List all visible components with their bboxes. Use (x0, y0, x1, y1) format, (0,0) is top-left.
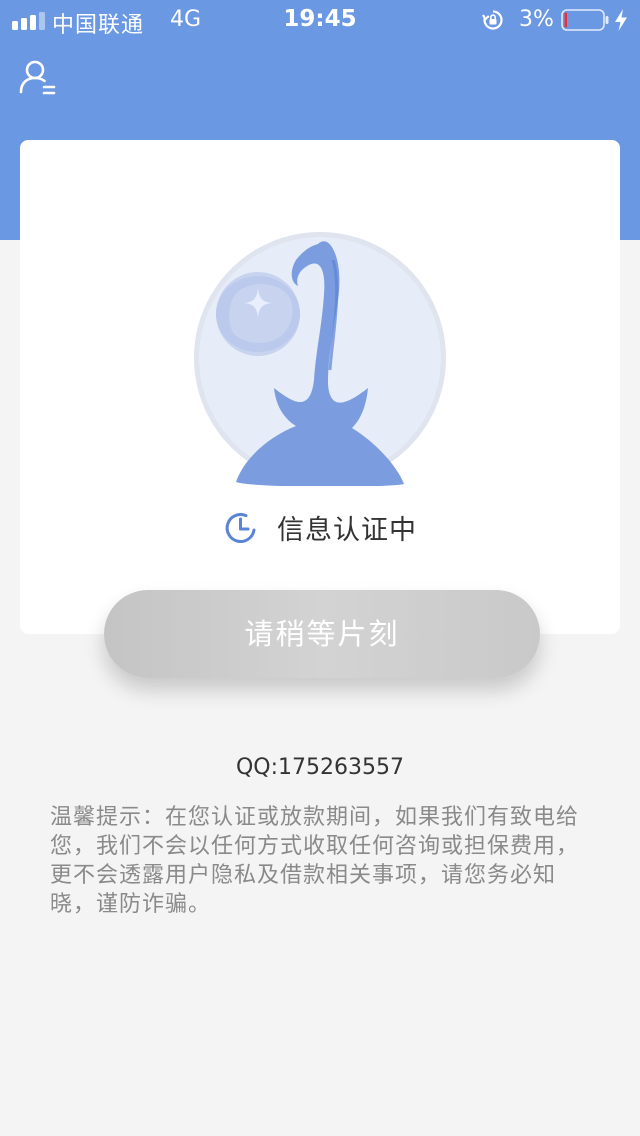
money-bag-illustration (194, 232, 446, 486)
rotation-lock-icon (482, 10, 503, 30)
please-wait-button[interactable]: 请稍等片刻 (104, 590, 540, 678)
battery-percent: 3% (519, 7, 554, 32)
qq-contact: QQ:175263557 (235, 755, 405, 780)
status-bar: 中国联通 4G 19:45 3% (0, 0, 640, 40)
status-row: 信息认证中 (20, 508, 620, 548)
charging-bolt-icon (615, 9, 627, 31)
battery-icon (561, 9, 609, 31)
verification-status-text: 信息认证中 (277, 515, 417, 546)
clock-icon (225, 512, 256, 543)
warm-notice-text: 温馨提示：在您认证或放款期间，如果我们有致电给您，我们不会以任何方式收取任何咨询… (50, 805, 580, 917)
verification-card: 信息认证中 (20, 140, 620, 634)
user-menu-icon[interactable] (18, 58, 58, 98)
